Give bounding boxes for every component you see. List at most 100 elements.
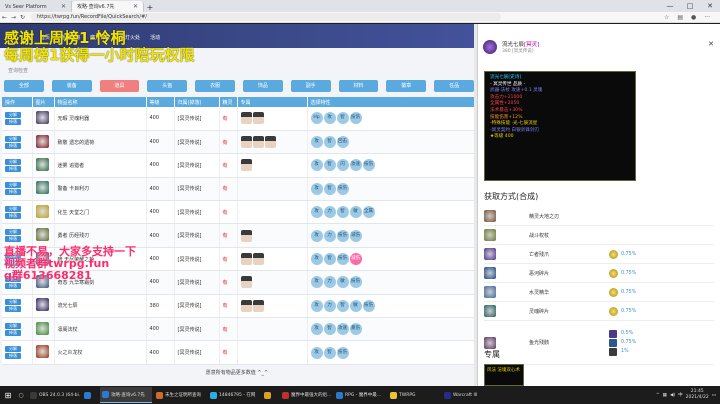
category-button[interactable]: 衣服 [195, 80, 235, 92]
category-button[interactable]: 全部 [4, 80, 44, 92]
column-header[interactable]: 归属(掉落) [174, 97, 220, 107]
source-row[interactable]: 战斗权杖 [484, 226, 714, 245]
column-header[interactable]: 操作 [2, 97, 33, 107]
item-name[interactable]: 流光七辰 [54, 294, 147, 319]
row-op-button[interactable]: 分解 [5, 299, 21, 306]
site-menu-item[interactable]: 活动 [150, 34, 160, 41]
close-icon[interactable]: ✕ [708, 40, 714, 48]
attribute-chip[interactable]: 攻速 [336, 323, 349, 336]
attribute-chip[interactable]: 全属 [362, 206, 375, 219]
attribute-chip[interactable]: 力 [323, 299, 336, 312]
taskbar-app[interactable]: 攻略·查询v6.7先 [100, 387, 152, 403]
table-row[interactable]: 分解 掉落 凛阁法杖 400 [冥灵传说] 有攻智攻速 暴伤 [2, 317, 475, 342]
attribute-chip[interactable]: 敏 [349, 299, 362, 312]
chevron-up-icon[interactable]: ^ [656, 393, 660, 398]
item-name[interactable]: 致敬 遗忘的遗荷 [54, 130, 147, 155]
browser-tab[interactable]: 攻略·查询v6.7先 ✕ [72, 1, 144, 12]
table-row[interactable]: 分解 掉落 迷雾 追猎者 400 [冥灵传说] 有攻智闪攻速 技伤 [2, 153, 475, 178]
hero-portrait[interactable] [240, 112, 252, 125]
notification-icon[interactable]: ▭ [712, 393, 716, 398]
item-image[interactable] [35, 110, 49, 124]
taskbar-app[interactable]: 未生之证明所查询 [154, 387, 206, 403]
table-row[interactable]: 分解 掉落 火之炎龙杖 400 [冥灵传说] 有攻智技伤 [2, 340, 475, 365]
hero-portrait[interactable] [252, 299, 264, 312]
item-image[interactable] [35, 298, 49, 312]
hero-portrait[interactable] [252, 136, 264, 149]
table-row[interactable]: 分解 掉落 流光七辰 380 [冥灵传说] 有攻力智敏技伤 [2, 294, 475, 319]
attribute-chip[interactable]: 攻 [310, 276, 323, 289]
attribute-chip[interactable]: 智 [336, 112, 349, 125]
item-name[interactable]: 凛阁法杖 [54, 317, 147, 342]
close-tab-icon[interactable]: ✕ [61, 3, 66, 10]
attribute-chip[interactable]: 技伤 [349, 112, 362, 125]
column-header[interactable]: 图片 [32, 97, 55, 107]
category-button[interactable]: 徽章 [386, 80, 427, 92]
hero-portrait[interactable] [252, 112, 264, 125]
category-button[interactable]: 饰品 [242, 80, 283, 92]
row-op-button[interactable]: 掉落 [5, 329, 21, 336]
taskbar-app[interactable] [82, 387, 98, 403]
table-row[interactable]: 分解 掉落 致敬 遗忘的遗荷 400 [冥灵传说] 有攻智回击 [2, 130, 475, 155]
row-op-button[interactable]: 分解 [5, 158, 21, 165]
hero-portrait[interactable] [240, 299, 252, 312]
attribute-chip[interactable]: 减伤 [349, 229, 362, 242]
attribute-chip[interactable]: 智 [323, 323, 336, 336]
row-op-button[interactable]: 掉落 [5, 306, 21, 313]
hero-portrait[interactable] [264, 136, 276, 149]
hero-portrait[interactable] [240, 276, 252, 289]
column-header[interactable]: 专属 [237, 97, 308, 107]
browser-tab[interactable]: Vs Seer Platform ✕ [0, 1, 72, 12]
attribute-chip[interactable]: 攻 [310, 346, 323, 359]
new-tab-button[interactable]: + [144, 3, 156, 12]
category-button[interactable]: 材料 [338, 80, 379, 92]
row-op-button[interactable]: 掉落 [5, 212, 21, 219]
back-icon[interactable]: ← [0, 14, 9, 21]
attribute-chip[interactable]: 智 [336, 206, 349, 219]
source-row[interactable]: 水灵精华 0.75% [484, 283, 714, 302]
attribute-chip[interactable]: 技伤 [362, 299, 375, 312]
collections-icon[interactable]: ▤ [677, 14, 683, 21]
item-name[interactable]: 勇者 历经残刃 [54, 223, 147, 248]
row-op-button[interactable]: 掉落 [5, 236, 21, 243]
item-name[interactable]: 无暇 灵魂利器 [54, 107, 147, 131]
network-icon[interactable]: ▦ [663, 393, 667, 398]
profile-icon[interactable]: ● [691, 14, 696, 21]
clock[interactable]: 21:45 2021/4/22 [686, 389, 709, 401]
item-name[interactable]: 警备 卡目利刃 [54, 177, 147, 202]
table-row[interactable]: 分解 掉落 无暇 灵魂利器 400 [冥灵传说] 有 Hp 攻智技伤 [2, 107, 475, 131]
source-row[interactable]: 精灵大地之刃 [484, 207, 714, 226]
category-button[interactable]: 任品 [434, 80, 474, 92]
column-header[interactable]: 物品名称 [54, 97, 147, 107]
url-input[interactable]: https://twrpg.fun/RecordFile/QuickSearch… [31, 13, 501, 21]
column-header[interactable]: 精灵 [219, 97, 238, 107]
category-button[interactable]: 道具 [99, 80, 140, 92]
attribute-chip[interactable]: 攻 [323, 112, 336, 125]
taskbar-app[interactable]: RPG - 魔界中最... [334, 387, 386, 403]
attribute-chip[interactable]: 攻 [310, 323, 323, 336]
close-window-icon[interactable]: ✕ [700, 0, 720, 12]
attribute-chip[interactable]: 暴伤 [349, 323, 362, 336]
attribute-chip[interactable]: 力 [323, 206, 336, 219]
hero-portrait[interactable] [240, 136, 252, 149]
category-button[interactable]: 头盔 [147, 80, 188, 92]
attribute-chip[interactable]: 智 [323, 136, 336, 149]
attribute-chip[interactable]: Hp [310, 112, 323, 125]
attribute-chip[interactable]: 技伤 [336, 346, 349, 359]
item-image[interactable] [35, 204, 49, 218]
attribute-chip[interactable]: 敏 [336, 276, 349, 289]
attribute-chip[interactable]: 攻 [310, 206, 323, 219]
source-row[interactable]: 灵魂碎片 0.75% [484, 302, 714, 321]
attribute-chip[interactable]: 攻 [310, 159, 323, 172]
attribute-chip[interactable]: 攻 [310, 182, 323, 195]
minimize-icon[interactable]: — [660, 0, 680, 12]
item-image[interactable] [35, 134, 49, 148]
hero-portrait[interactable] [240, 229, 252, 242]
windows-start-icon[interactable]: ⊞ [0, 391, 16, 400]
close-tab-icon[interactable]: ✕ [133, 3, 138, 10]
column-header[interactable]: 选择特性 [307, 97, 475, 107]
row-op-button[interactable]: 分解 [5, 205, 21, 212]
attribute-chip[interactable]: 力 [323, 229, 336, 242]
item-name[interactable]: 火之炎龙杖 [54, 340, 147, 365]
category-button[interactable]: 副手 [290, 80, 331, 92]
ime-indicator[interactable]: 中 [678, 392, 683, 398]
